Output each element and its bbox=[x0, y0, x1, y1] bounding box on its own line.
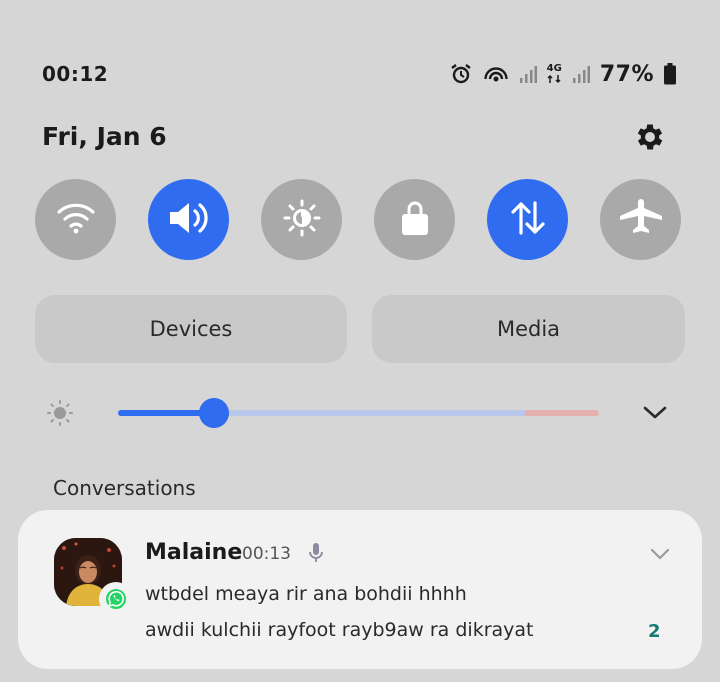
section-title: Conversations bbox=[53, 476, 196, 500]
lock-icon bbox=[399, 198, 431, 242]
brightness-icon bbox=[46, 399, 74, 427]
sun-icon bbox=[282, 198, 322, 242]
brightness-thumb[interactable] bbox=[199, 398, 229, 428]
wifi-icon bbox=[56, 201, 96, 239]
notification-card[interactable]: Malaine 00:13 wtbdel meaya rir ana bohdi… bbox=[18, 510, 702, 669]
signal-icon bbox=[572, 64, 590, 84]
battery-percent: 77% bbox=[599, 61, 654, 87]
airplane-icon bbox=[618, 198, 664, 242]
status-icons: 4G 77% bbox=[449, 58, 676, 90]
notification-sender: Malaine bbox=[145, 540, 243, 565]
quick-toggles bbox=[35, 179, 681, 260]
status-time: 00:12 bbox=[42, 62, 109, 86]
network-4g-icon: 4G bbox=[547, 64, 562, 84]
brightness-high-zone bbox=[525, 410, 599, 416]
sound-toggle[interactable] bbox=[148, 179, 229, 260]
message-count-badge: 2 bbox=[648, 621, 661, 642]
mic-icon bbox=[308, 541, 324, 565]
battery-icon bbox=[664, 63, 676, 85]
alarm-icon bbox=[449, 62, 473, 86]
devices-button[interactable]: Devices bbox=[35, 295, 347, 363]
chevron-down-icon[interactable] bbox=[642, 402, 668, 422]
signal-icon bbox=[519, 64, 537, 84]
airplane-mode-toggle[interactable] bbox=[600, 179, 681, 260]
notification-time: 00:13 bbox=[242, 544, 291, 564]
notification-message-line: wtbdel meaya rir ana bohdii hhhh bbox=[145, 583, 467, 605]
screen-lock-toggle[interactable] bbox=[374, 179, 455, 260]
whatsapp-icon bbox=[99, 582, 133, 616]
data-arrows-icon bbox=[508, 198, 548, 242]
brightness-slider[interactable] bbox=[118, 410, 599, 416]
wifi-toggle[interactable] bbox=[35, 179, 116, 260]
network-label: 4G bbox=[546, 63, 562, 74]
media-button[interactable]: Media bbox=[372, 295, 685, 363]
volume-icon bbox=[166, 199, 212, 241]
date-label: Fri, Jan 6 bbox=[42, 122, 167, 151]
mobile-data-toggle[interactable] bbox=[487, 179, 568, 260]
eye-comfort-toggle[interactable] bbox=[261, 179, 342, 260]
chevron-down-icon[interactable] bbox=[650, 546, 670, 560]
gear-icon[interactable] bbox=[633, 120, 667, 154]
hotspot-icon bbox=[483, 63, 509, 85]
notification-message-line: awdii kulchii rayfoot rayb9aw ra dikraya… bbox=[145, 619, 534, 641]
